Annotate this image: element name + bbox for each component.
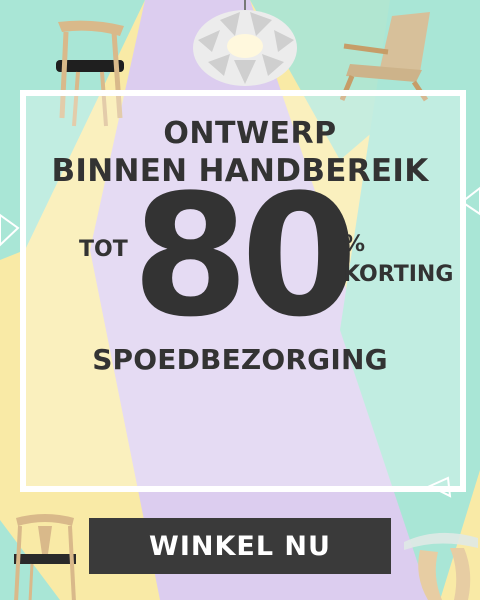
pendant-lamp-icon [193,0,297,86]
coffee-table-icon [404,532,478,600]
subheadline: SPOEDBEZORGING [92,343,388,376]
shop-now-button[interactable]: WINKEL NU [89,518,391,574]
discount-word: KORTING [343,262,454,287]
headline-line-1: ONTWERP [163,116,337,151]
promo-banner: ONTWERP BINNEN HANDBEREIK TOT 80 % KORTI… [0,0,480,600]
discount-value: 80 [132,158,358,354]
lounge-chair-icon [340,12,430,102]
wishbone-chair-icon [14,514,76,600]
percent-sign: % [343,232,366,257]
discount-prefix: TOT [79,237,128,262]
